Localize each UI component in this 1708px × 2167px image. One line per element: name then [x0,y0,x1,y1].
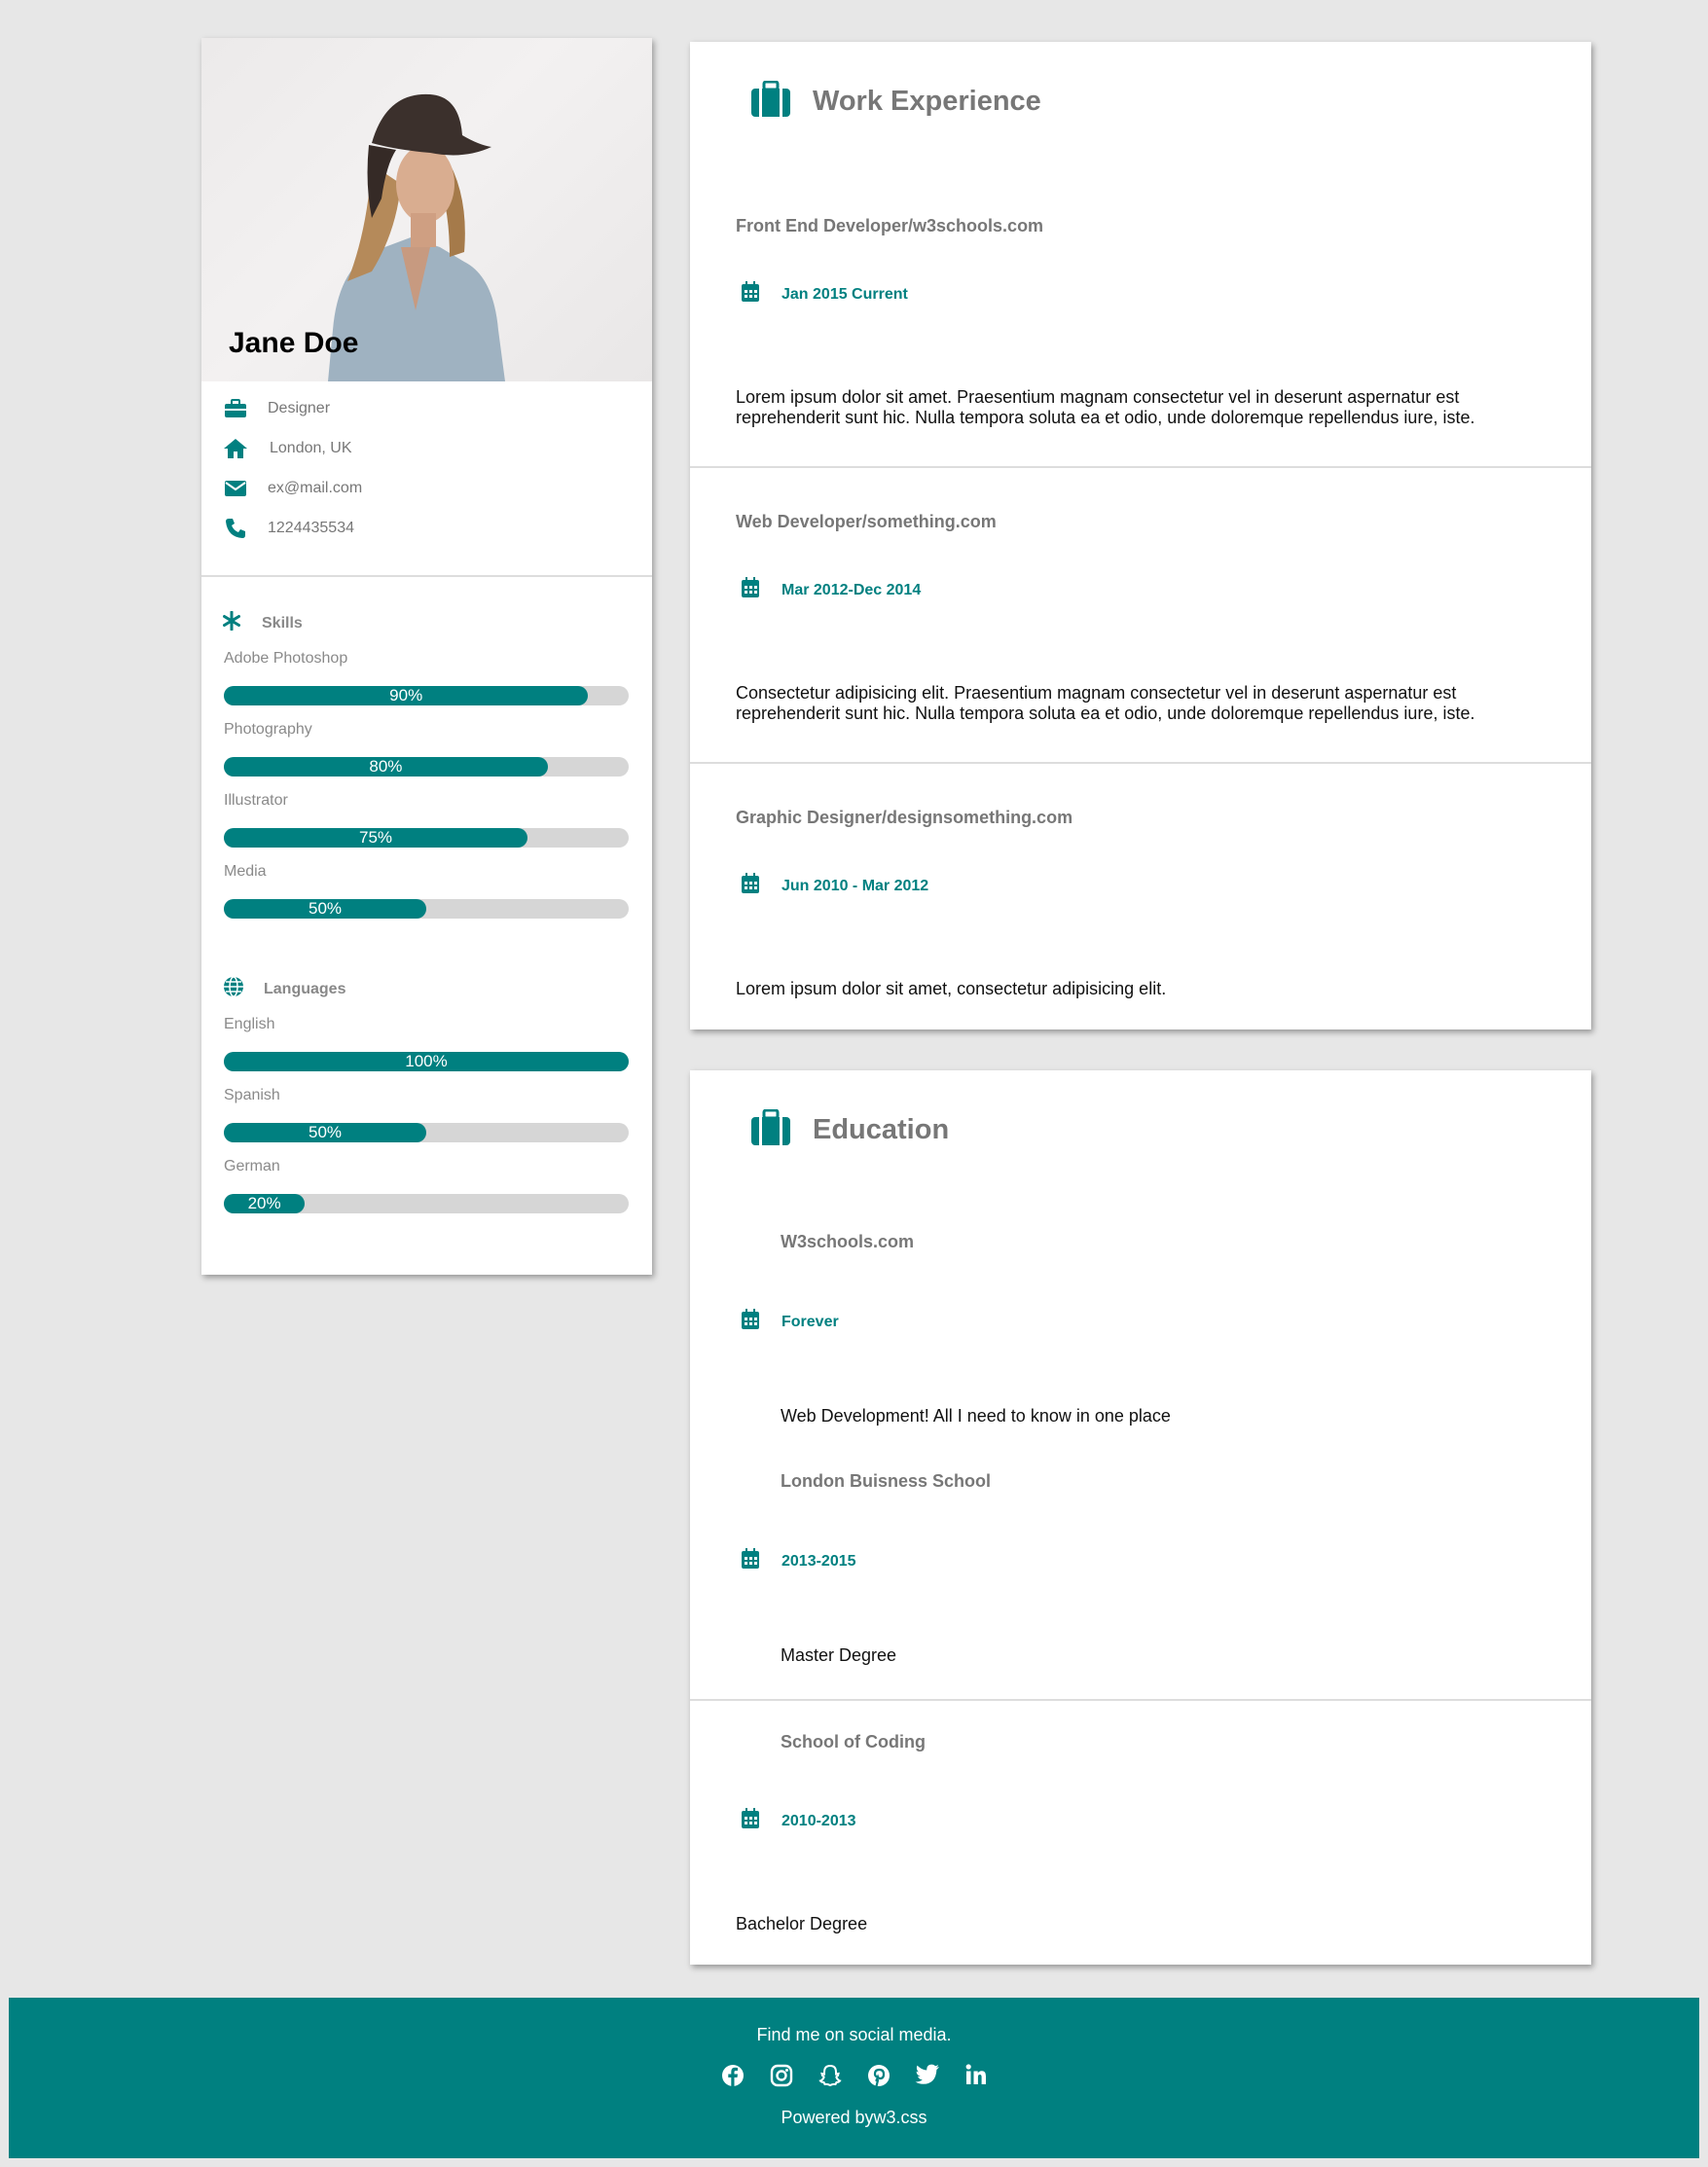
home-icon [223,437,248,460]
work-entry-date-row: Jan 2015 Current [741,281,908,307]
location-row: London, UK [223,437,352,460]
phone-row: 1224435534 [223,517,354,540]
education-entry-title: School of Coding [781,1732,926,1752]
education-entry-date-row: Forever [741,1309,839,1335]
language-label: English [224,1016,275,1032]
skill-bar: 80% [224,757,629,777]
languages-title-row: Languages [223,976,345,1002]
calendar-icon [741,1309,760,1335]
calendar-icon [741,1808,760,1834]
phone-text: 1224435534 [268,520,354,536]
pinterest-icon[interactable] [854,2064,903,2087]
footer-find-text: Find me on social media. [756,2025,952,2044]
job-row: Designer [223,397,330,420]
language-label: German [224,1158,280,1174]
language-bar-fill: 20% [224,1194,306,1213]
calendar-icon [741,577,760,603]
work-entry-title: Front End Developer/w3schools.com [736,216,1044,235]
skill-bar: 90% [224,686,629,705]
footer-powered-text: Powered byw3.css [781,2108,927,2127]
briefcase-icon [223,397,248,420]
work-title: Work Experience [813,86,1041,117]
skill-bar-fill: 90% [224,686,589,705]
twitter-icon[interactable] [903,2064,952,2087]
phone-icon [223,517,248,540]
language-label: Spanish [224,1087,280,1103]
education-entry-date: 2013-2015 [781,1552,856,1570]
profile-card: Jane Doe Designer London, UK ex@mail.com… [201,38,652,1275]
email-text: ex@mail.com [268,480,363,496]
work-divider [690,466,1591,468]
education-entry-date-row: 2010-2013 [741,1808,856,1834]
envelope-icon [223,477,248,500]
work-entry-title: Graphic Designer/designsomething.com [736,808,1073,827]
work-entry-desc: Lorem ipsum dolor sit amet, consectetur … [736,979,1167,998]
education-entry-date: 2010-2013 [781,1812,856,1829]
skill-label: Photography [224,721,312,738]
skill-label: Adobe Photoshop [224,650,348,667]
calendar-icon [741,281,760,307]
globe-icon [223,976,244,1002]
education-entry-date-row: 2013-2015 [741,1548,856,1574]
work-entry-title: Web Developer/something.com [736,512,997,531]
skill-bar-fill: 75% [224,828,527,848]
language-bar: 100% [224,1052,629,1071]
skills-title-row: Skills [223,610,303,635]
calendar-icon [741,1548,760,1574]
profile-divider [201,575,652,577]
work-entry-date: Jan 2015 Current [781,285,908,303]
work-entry-date: Jun 2010 - Mar 2012 [781,877,929,894]
job-text: Designer [268,400,331,416]
work-divider [690,762,1591,764]
skill-label: Media [224,863,267,880]
education-card: Education W3schools.com Forever Web Deve… [690,1070,1591,1965]
skills-title: Skills [262,614,303,632]
skill-bar-fill: 50% [224,899,426,919]
work-heading: Work Experience [750,80,1041,123]
education-divider [690,1699,1591,1701]
work-entry-desc: Lorem ipsum dolor sit amet. Praesentium … [736,387,1475,427]
language-bar-fill: 50% [224,1123,426,1142]
skill-bar: 50% [224,899,629,919]
education-heading: Education [750,1108,950,1151]
education-title: Education [813,1114,950,1145]
email-row: ex@mail.com [223,477,362,500]
work-entry-date-row: Mar 2012-Dec 2014 [741,577,921,603]
footer: Find me on social media. Powered byw3.cs… [9,1998,1699,2158]
facebook-icon[interactable] [709,2064,757,2087]
calendar-icon [741,873,760,899]
education-entry-desc: Bachelor Degree [736,1914,868,1933]
work-experience-card: Work Experience Front End Developer/w3sc… [690,42,1591,1029]
asterisk-icon [223,610,240,635]
education-entry-desc: Web Development! All I need to know in o… [781,1406,1171,1426]
location-text: London, UK [270,440,352,456]
work-entry-date: Mar 2012-Dec 2014 [781,581,922,598]
linkedin-icon[interactable] [952,2064,1000,2087]
work-entry-desc: Consectetur adipisicing elit. Praesentiu… [736,683,1475,723]
instagram-icon[interactable] [757,2064,806,2087]
snapchat-icon[interactable] [806,2064,854,2087]
language-bar: 50% [224,1123,629,1142]
education-entry-title: W3schools.com [781,1232,915,1251]
skill-bar-fill: 80% [224,757,548,777]
education-entry-date: Forever [781,1313,839,1330]
work-entry-date-row: Jun 2010 - Mar 2012 [741,873,928,899]
suitcase-icon [750,80,791,123]
social-icons [9,2064,1699,2087]
profile-photo: Jane Doe [201,38,652,381]
profile-name: Jane Doe [229,327,359,359]
education-entry-desc: Master Degree [781,1645,897,1665]
suitcase-icon [750,1108,791,1151]
education-entry-title: London Buisness School [781,1471,992,1491]
language-bar: 20% [224,1194,629,1213]
language-bar-fill: 100% [224,1052,629,1071]
skill-bar: 75% [224,828,629,848]
skill-label: Illustrator [224,792,288,809]
languages-title: Languages [264,980,346,997]
